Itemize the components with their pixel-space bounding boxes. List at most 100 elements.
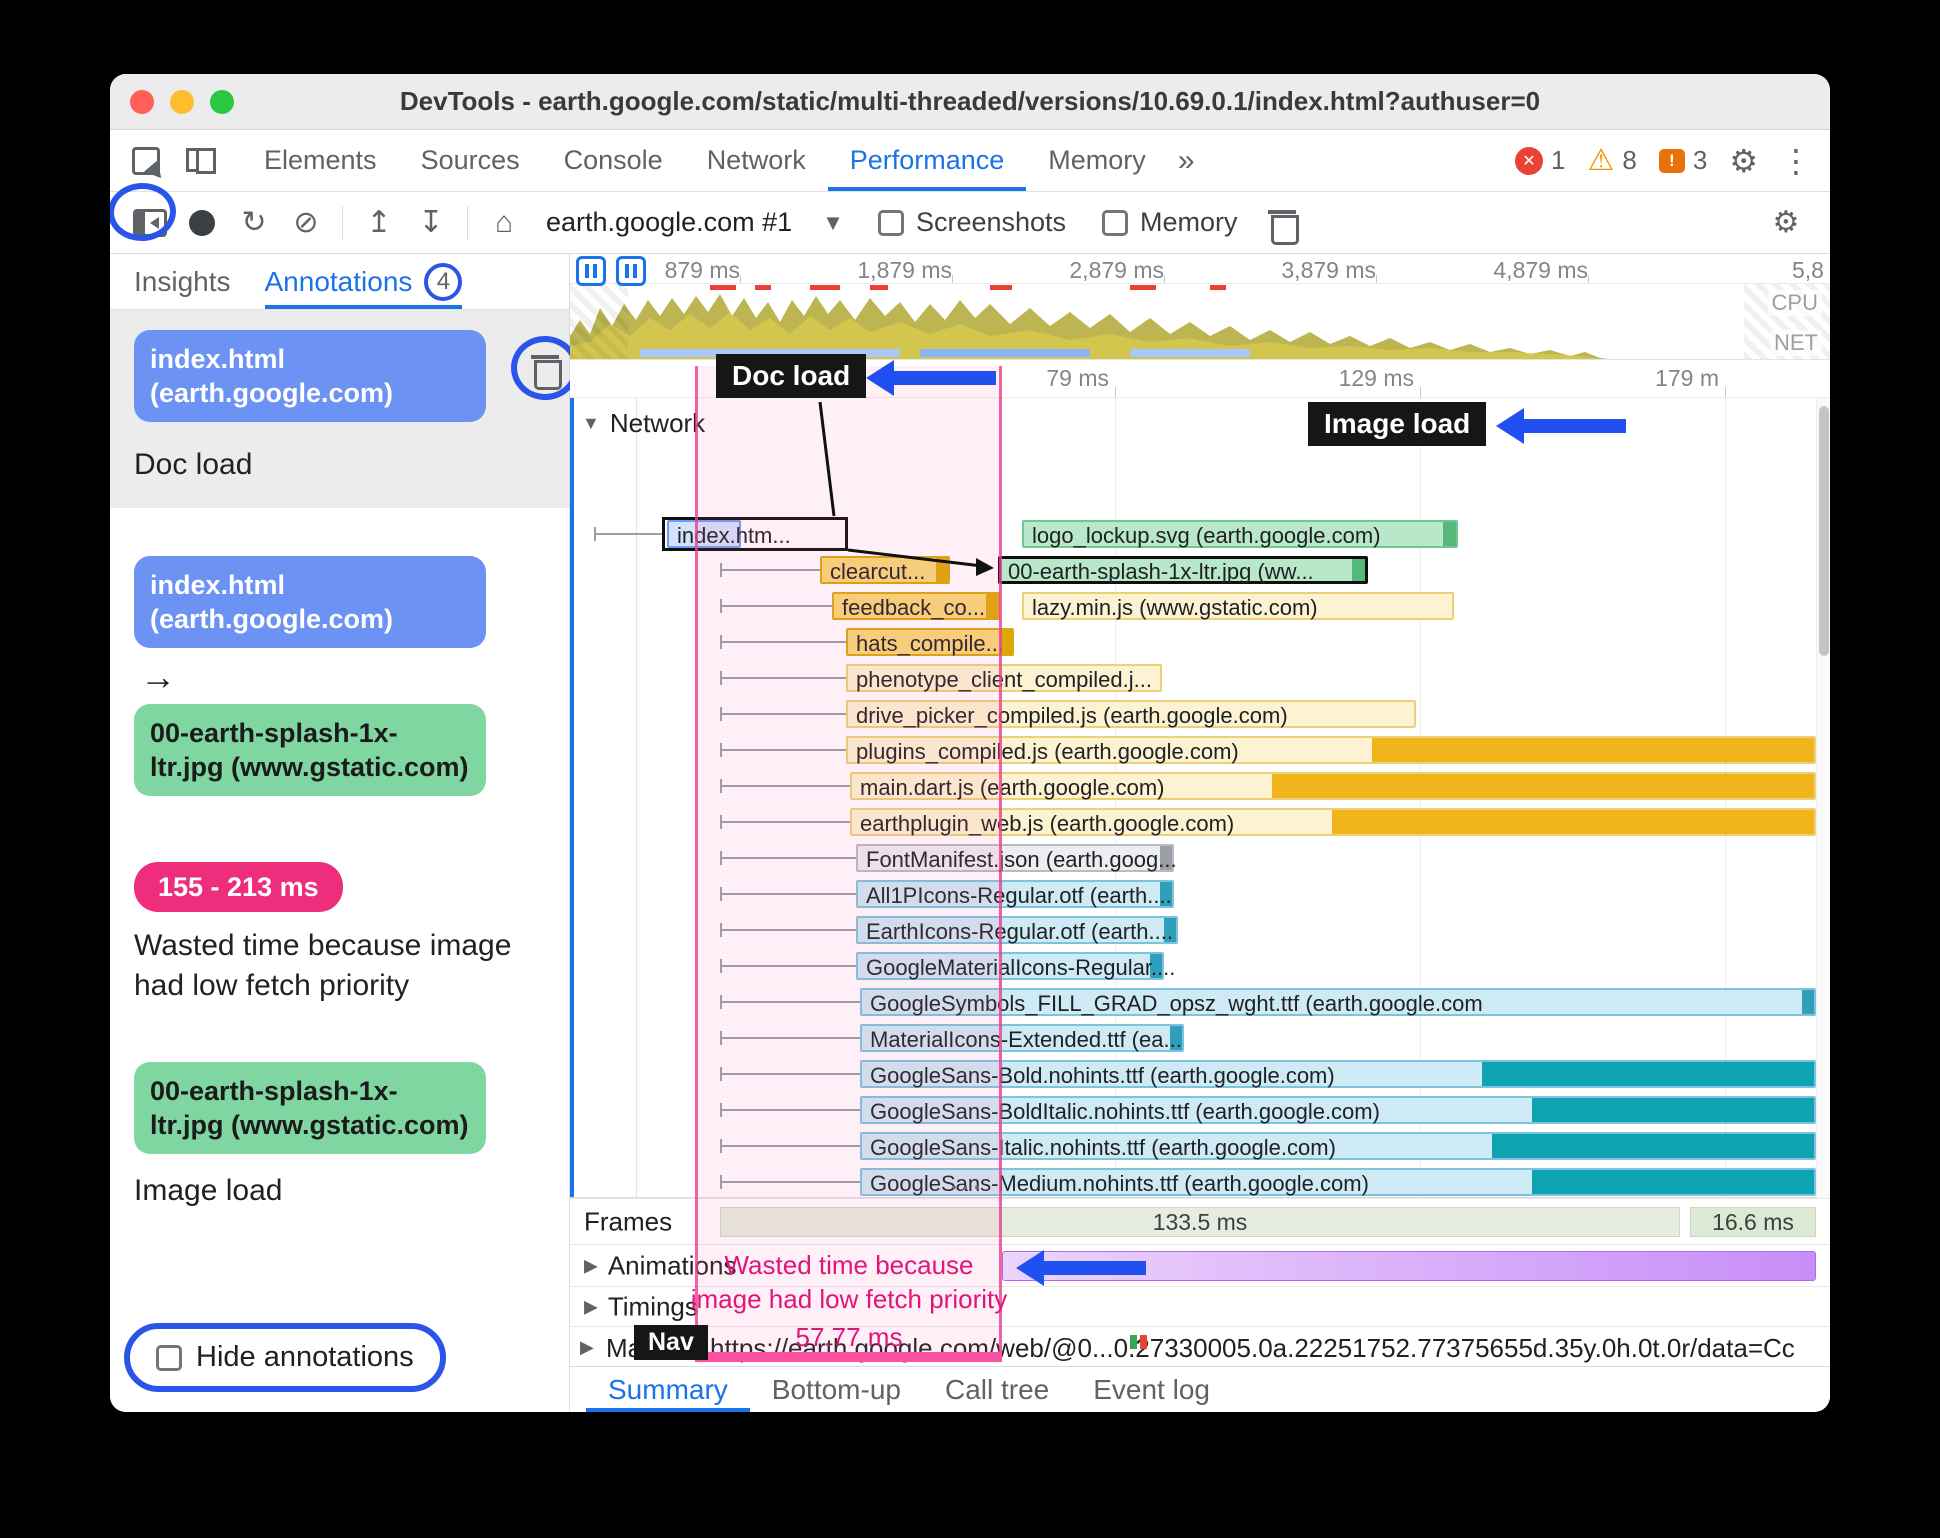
annotation-entry-doc-load[interactable]: index.html (earth.google.com) Doc load: [110, 310, 581, 508]
devtools-tabs: Elements Sources Console Network Performance…: [242, 130, 1168, 191]
request-whisker: [720, 857, 856, 859]
record-button[interactable]: [176, 197, 228, 249]
issues-icon: !: [1658, 148, 1685, 173]
request-whisker-tick: [720, 815, 722, 829]
cpu-overview-chart[interactable]: CPU NET: [570, 284, 1830, 359]
network-track-header[interactable]: ▼ Network: [582, 408, 705, 439]
annotation-pill-to[interactable]: 00-earth-splash-1x-ltr.jpg (www.gstatic.…: [134, 704, 486, 796]
more-tabs-button[interactable]: »: [1168, 144, 1205, 178]
window-title: DevTools - earth.google.com/static/multi…: [399, 86, 1541, 116]
tab-network[interactable]: Network: [685, 130, 828, 191]
wasted-time-value: 57.77 ms: [795, 1322, 903, 1352]
toggle-sidebar-button[interactable]: [110, 180, 178, 249]
tab-performance[interactable]: Performance: [828, 130, 1027, 191]
minimize-window-button[interactable]: [170, 90, 194, 114]
long-task-marks: [710, 285, 1226, 290]
trace-mark: [1140, 1335, 1147, 1349]
device-toolbar-icon[interactable]: [186, 147, 216, 174]
detail-tick-mark: [1115, 387, 1116, 397]
cpu-activity-graph: [570, 285, 1610, 359]
close-window-button[interactable]: [130, 90, 154, 114]
range-handle-left[interactable]: [576, 256, 606, 286]
upload-profile-button[interactable]: ↥: [353, 197, 405, 249]
more-requests-ellipsis[interactable]: ...: [950, 1163, 984, 1197]
request-whisker-tick: [720, 779, 722, 793]
annotation-label: Image load: [134, 1174, 283, 1207]
collapse-triangle-icon: ▼: [582, 413, 600, 433]
bottom-tab-summary[interactable]: Summary: [586, 1367, 750, 1412]
net-lane-label: NET: [1770, 330, 1822, 356]
inspect-element-icon[interactable]: [132, 146, 160, 175]
request-whisker: [720, 1145, 860, 1147]
request-whisker: [720, 569, 820, 571]
range-handle-right[interactable]: [616, 256, 646, 286]
frame-bar-end[interactable]: 16.6 ms: [1690, 1207, 1816, 1237]
hide-annotations-label: Hide annotations: [196, 1341, 414, 1373]
request-bar-solid: [1332, 810, 1814, 834]
image-load-annotation-label[interactable]: Image load: [1308, 402, 1487, 446]
bottom-tab-event-log[interactable]: Event log: [1071, 1367, 1232, 1412]
warning-badge[interactable]: ⚠ 8: [1587, 145, 1636, 176]
error-badge[interactable]: ✕ 1: [1515, 145, 1565, 176]
garbage-icon: [1267, 207, 1299, 245]
issues-badge[interactable]: ! 3: [1658, 145, 1707, 176]
collect-garbage-button[interactable]: [1256, 197, 1308, 249]
expand-triangle-icon: ▶: [580, 1337, 594, 1357]
memory-checkbox-wrap[interactable]: Memory: [1084, 207, 1256, 238]
scrollbar-thumb[interactable]: [1819, 406, 1829, 656]
download-profile-button[interactable]: ↧: [405, 197, 457, 249]
traffic-lights: [130, 74, 234, 130]
request-whisker: [720, 677, 846, 679]
overview-tick-label: 2,879 ms: [1069, 257, 1164, 283]
timings-label: Timings: [607, 1291, 698, 1321]
clear-recording-button[interactable]: ⊘: [280, 197, 332, 249]
bottom-tab-bottom-up[interactable]: Bottom-up: [750, 1367, 923, 1412]
capture-settings-gear-icon[interactable]: ⚙: [1760, 197, 1812, 249]
request-whisker: [720, 641, 846, 643]
overview-tick-label: 3,879 ms: [1281, 257, 1376, 283]
annotation-pill-from[interactable]: index.html (earth.google.com): [134, 556, 486, 648]
timings-track-label[interactable]: ▶ Timings: [584, 1291, 698, 1322]
frame-bar-main[interactable]: 133.5 ms: [720, 1207, 1680, 1237]
bottom-tab-call-tree[interactable]: Call tree: [923, 1367, 1071, 1412]
overview-tick-mark: [740, 275, 741, 283]
screenshots-checkbox[interactable]: [877, 209, 904, 236]
reload-and-record-button[interactable]: ↻: [228, 197, 280, 249]
overview-hatch-left: [570, 284, 628, 359]
memory-checkbox[interactable]: [1102, 209, 1129, 236]
annotation-entry-wasted-time[interactable]: 155 - 213 ms Wasted time because image h…: [110, 862, 569, 1006]
timeline-overview[interactable]: 879 ms 1,879 ms 2,879 ms 3,879 ms 4,879 ms 5,…: [570, 254, 1830, 360]
annotations-sidebar: Insights Annotations 4 index.html (earth…: [110, 254, 581, 1412]
annotation-entry-link[interactable]: index.html (earth.google.com) → 00-earth…: [110, 508, 569, 796]
warning-count: 8: [1622, 145, 1637, 175]
request-label: FontManifest.json (earth.goog...: [866, 847, 1177, 872]
request-label: GoogleSans-Bold.nohints.ttf (earth.googl…: [870, 1063, 1335, 1088]
settings-gear-icon[interactable]: ⚙: [1729, 145, 1758, 177]
network-scrollbar[interactable]: [1816, 398, 1830, 1198]
annotation-entry-image-load[interactable]: 00-earth-splash-1x-ltr.jpg (www.gstatic.…: [110, 1062, 569, 1208]
tab-sources[interactable]: Sources: [399, 130, 542, 191]
annotation-pill-range[interactable]: 155 - 213 ms: [134, 862, 343, 912]
tab-console[interactable]: Console: [542, 130, 685, 191]
annotation-pill-image[interactable]: 00-earth-splash-1x-ltr.jpg (www.gstatic.…: [134, 1062, 486, 1154]
frames-track[interactable]: Frames 133.5 ms 16.6 ms: [570, 1198, 1830, 1244]
annotation-pill-index[interactable]: index.html (earth.google.com): [134, 330, 486, 422]
tab-insights[interactable]: Insights: [134, 254, 231, 309]
screenshots-checkbox-wrap[interactable]: Screenshots: [860, 207, 1084, 238]
request-label: drive_picker_compiled.js (earth.google.c…: [856, 703, 1288, 728]
network-track: ▼ Network index.htm... logo_lockup.svg (e…: [570, 398, 1830, 1198]
request-whisker: [720, 1037, 860, 1039]
tab-annotations[interactable]: Annotations 4: [265, 254, 463, 309]
profile-select[interactable]: earth.google.com #1 ▼: [530, 207, 860, 238]
request-whisker-tick: [720, 1031, 722, 1045]
request-label: GoogleSans-BoldItalic.nohints.ttf (earth…: [870, 1099, 1380, 1124]
hide-annotations-checkbox[interactable]: [156, 1344, 182, 1371]
doc-load-annotation-label[interactable]: Doc load: [716, 354, 867, 398]
request-whisker-tick: [720, 1139, 722, 1153]
kebab-menu-icon[interactable]: ⋮: [1780, 145, 1812, 177]
request-whisker: [720, 929, 856, 931]
tab-memory[interactable]: Memory: [1026, 130, 1168, 191]
home-button[interactable]: ⌂: [478, 197, 530, 249]
zoom-window-button[interactable]: [210, 90, 234, 114]
tab-elements[interactable]: Elements: [242, 130, 399, 191]
